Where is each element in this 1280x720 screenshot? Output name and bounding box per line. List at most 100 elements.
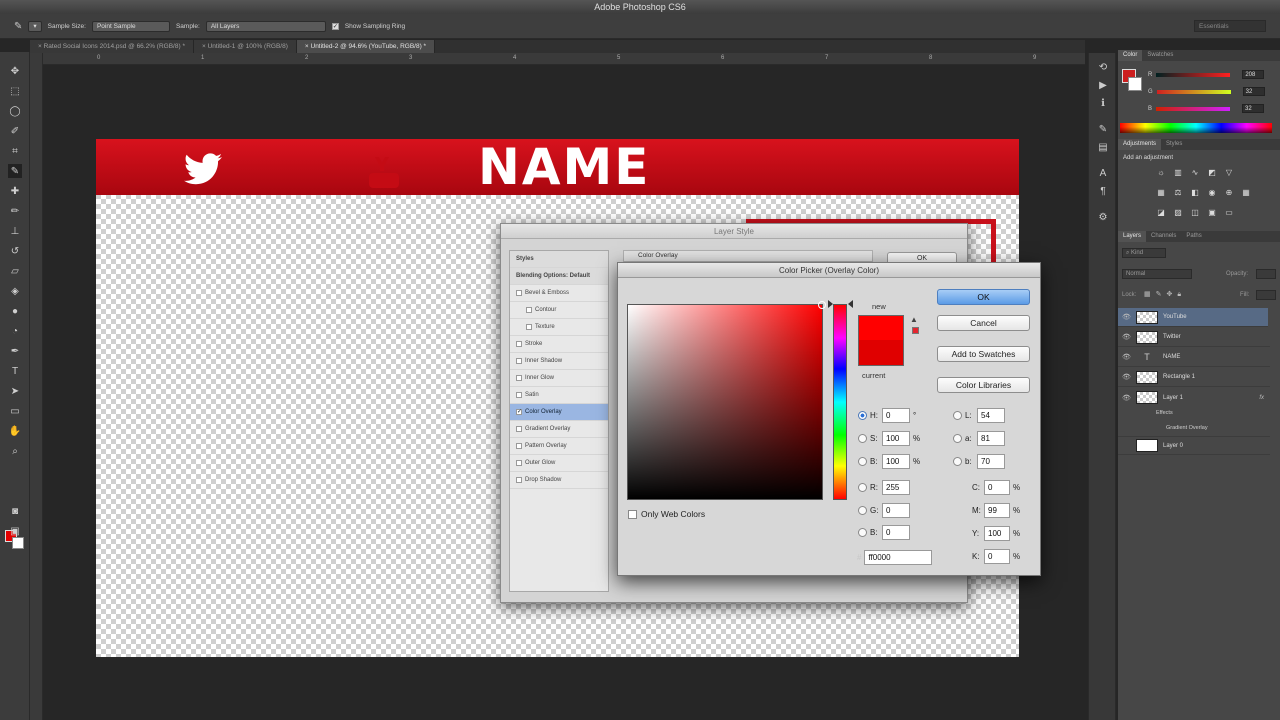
posterize-icon[interactable]: ▨ (1173, 208, 1183, 218)
ls-checkbox[interactable] (526, 307, 532, 313)
pen-tool-icon[interactable]: ✒ (8, 344, 22, 358)
ls-checkbox[interactable] (516, 477, 522, 483)
panel-background-swatch[interactable] (1128, 77, 1142, 91)
visibility-eye-icon[interactable]: 👁︎ (1122, 313, 1131, 321)
actions-panel-icon[interactable]: ▶ (1096, 79, 1110, 93)
tab-adjustments[interactable]: Adjustments (1118, 139, 1162, 150)
layer-name-text[interactable]: 👁︎ T NAME (1118, 348, 1270, 367)
lasso-tool-icon[interactable]: ◯ (8, 104, 22, 118)
blue-slider[interactable] (1156, 106, 1231, 111)
fx-icon[interactable]: fx (1259, 395, 1264, 401)
brush-presets-icon[interactable]: ▤ (1096, 141, 1110, 155)
black-field[interactable]: 0 (984, 549, 1010, 564)
ls-item-pattern-overlay[interactable]: Pattern Overlay (510, 438, 608, 455)
tab-rated-social-icons[interactable]: × Rated Social Icons 2014.psd @ 66.2% (R… (30, 40, 194, 53)
tab-swatches[interactable]: Swatches (1142, 50, 1178, 61)
eraser-tool-icon[interactable]: ▱ (8, 264, 22, 278)
history-brush-icon[interactable]: ↺ (8, 244, 22, 258)
ls-item-satin[interactable]: Satin (510, 387, 608, 404)
eyedropper-tool-icon[interactable]: ✎ (8, 164, 22, 178)
saturation-radio[interactable] (858, 434, 867, 443)
magenta-field[interactable]: 99 (984, 503, 1010, 518)
zoom-tool-icon[interactable]: ⌕ (8, 444, 22, 458)
brightness-field[interactable]: 100 (882, 454, 910, 469)
ls-checkbox[interactable] (516, 341, 522, 347)
ls-checkbox[interactable]: ✓ (516, 409, 522, 415)
vibrance-icon[interactable]: ▽ (1224, 168, 1234, 178)
ok-button[interactable]: OK (937, 289, 1030, 305)
visibility-eye-icon[interactable]: 👁︎ (1122, 394, 1131, 402)
tab-untitled-1[interactable]: × Untitled-1 @ 100% (RGB/8) (193, 40, 297, 53)
healing-brush-icon[interactable]: ✚ (8, 184, 22, 198)
type-tool-icon[interactable]: T (8, 364, 22, 378)
black-white-icon[interactable]: ◧ (1190, 188, 1200, 198)
character-panel-icon[interactable]: A (1096, 167, 1110, 181)
history-panel-icon[interactable]: ⟲ (1096, 61, 1110, 75)
selective-color-icon[interactable]: ▣ (1207, 208, 1217, 218)
ls-item-gradient-overlay[interactable]: Gradient Overlay (510, 421, 608, 438)
workspace-select[interactable]: Essentials (1194, 20, 1266, 32)
ls-item-outer-glow[interactable]: Outer Glow (510, 455, 608, 472)
layer-youtube[interactable]: 👁︎ YouTube (1118, 308, 1268, 327)
fill-field[interactable] (1256, 290, 1276, 300)
color-balance-icon[interactable]: ⚖ (1173, 188, 1183, 198)
green-radio[interactable] (858, 506, 867, 515)
layer-twitter[interactable]: 👁︎ Twitter (1118, 328, 1270, 347)
blue-field[interactable]: 0 (882, 525, 910, 540)
sample-size-select[interactable]: Point Sample (91, 20, 170, 32)
tab-paths[interactable]: Paths (1181, 231, 1206, 242)
hand-tool-icon[interactable]: ✋ (8, 424, 22, 438)
gamut-correction-swatch[interactable] (912, 327, 919, 334)
only-web-colors-checkbox[interactable] (628, 509, 637, 519)
saturation-field[interactable]: 100 (882, 431, 910, 446)
curves-icon[interactable]: ∿ (1190, 168, 1200, 178)
tool-preset-picker[interactable]: ▾ (28, 20, 42, 32)
move-tool-icon[interactable]: ✥ (8, 64, 22, 78)
layer-layer-0[interactable]: Layer 0 (1118, 436, 1270, 455)
color-field-marker[interactable] (818, 301, 826, 309)
layer-rectangle-1[interactable]: 👁︎ Rectangle 1 (1118, 368, 1270, 387)
ls-checkbox[interactable] (516, 375, 522, 381)
show-sampling-ring-checkbox[interactable]: ✓ (331, 22, 339, 30)
ls-item-styles[interactable]: Styles (510, 251, 608, 268)
lab-l-field[interactable]: 54 (977, 408, 1005, 423)
eyedropper-tool-icon[interactable]: ✎ (14, 21, 22, 32)
hue-slider[interactable] (833, 304, 847, 500)
hue-slider-left-arrow[interactable] (828, 300, 833, 308)
ls-item-stroke[interactable]: Stroke (510, 336, 608, 353)
background-color-swatch[interactable] (12, 537, 24, 549)
lab-a-field[interactable]: 81 (977, 431, 1005, 446)
saturation-brightness-field[interactable] (627, 301, 826, 500)
lock-icons[interactable]: ▦✎✥🔒︎ (1144, 290, 1186, 299)
opacity-field[interactable] (1256, 269, 1276, 279)
green-slider[interactable] (1156, 89, 1231, 94)
visibility-eye-icon[interactable]: 👁︎ (1122, 333, 1131, 341)
shape-tool-icon[interactable]: ▭ (8, 404, 22, 418)
ls-item-blending-options[interactable]: Blending Options: Default (510, 268, 608, 285)
invert-icon[interactable]: ◪ (1156, 208, 1166, 218)
paragraph-panel-icon[interactable]: ¶ (1096, 185, 1110, 199)
clone-stamp-icon[interactable]: ⊥ (8, 224, 22, 238)
cancel-button[interactable]: Cancel (937, 315, 1030, 331)
ls-checkbox[interactable] (516, 460, 522, 466)
ls-checkbox[interactable] (516, 358, 522, 364)
ls-checkbox[interactable] (516, 290, 522, 296)
ls-item-inner-shadow[interactable]: Inner Shadow (510, 353, 608, 370)
hue-radio[interactable] (858, 411, 867, 420)
channel-mixer-icon[interactable]: ⊕ (1224, 188, 1234, 198)
screen-mode-icon[interactable]: ▣ (8, 524, 22, 538)
ls-checkbox[interactable] (526, 324, 532, 330)
hex-field[interactable]: ff0000 (864, 550, 933, 565)
quick-select-tool-icon[interactable]: ✐ (8, 124, 22, 138)
yellow-field[interactable]: 100 (984, 526, 1010, 541)
blue-radio[interactable] (858, 528, 867, 537)
cyan-field[interactable]: 0 (984, 480, 1010, 495)
ls-item-texture[interactable]: Texture (510, 319, 608, 336)
info-panel-icon[interactable]: ℹ (1096, 97, 1110, 111)
ls-checkbox[interactable] (516, 426, 522, 432)
crop-tool-icon[interactable]: ⌗ (8, 144, 22, 158)
red-field[interactable]: 255 (882, 480, 910, 495)
path-select-icon[interactable]: ➤ (8, 384, 22, 398)
hue-slider-right-arrow[interactable] (848, 300, 853, 308)
blend-mode-select[interactable]: Normal (1122, 269, 1192, 279)
